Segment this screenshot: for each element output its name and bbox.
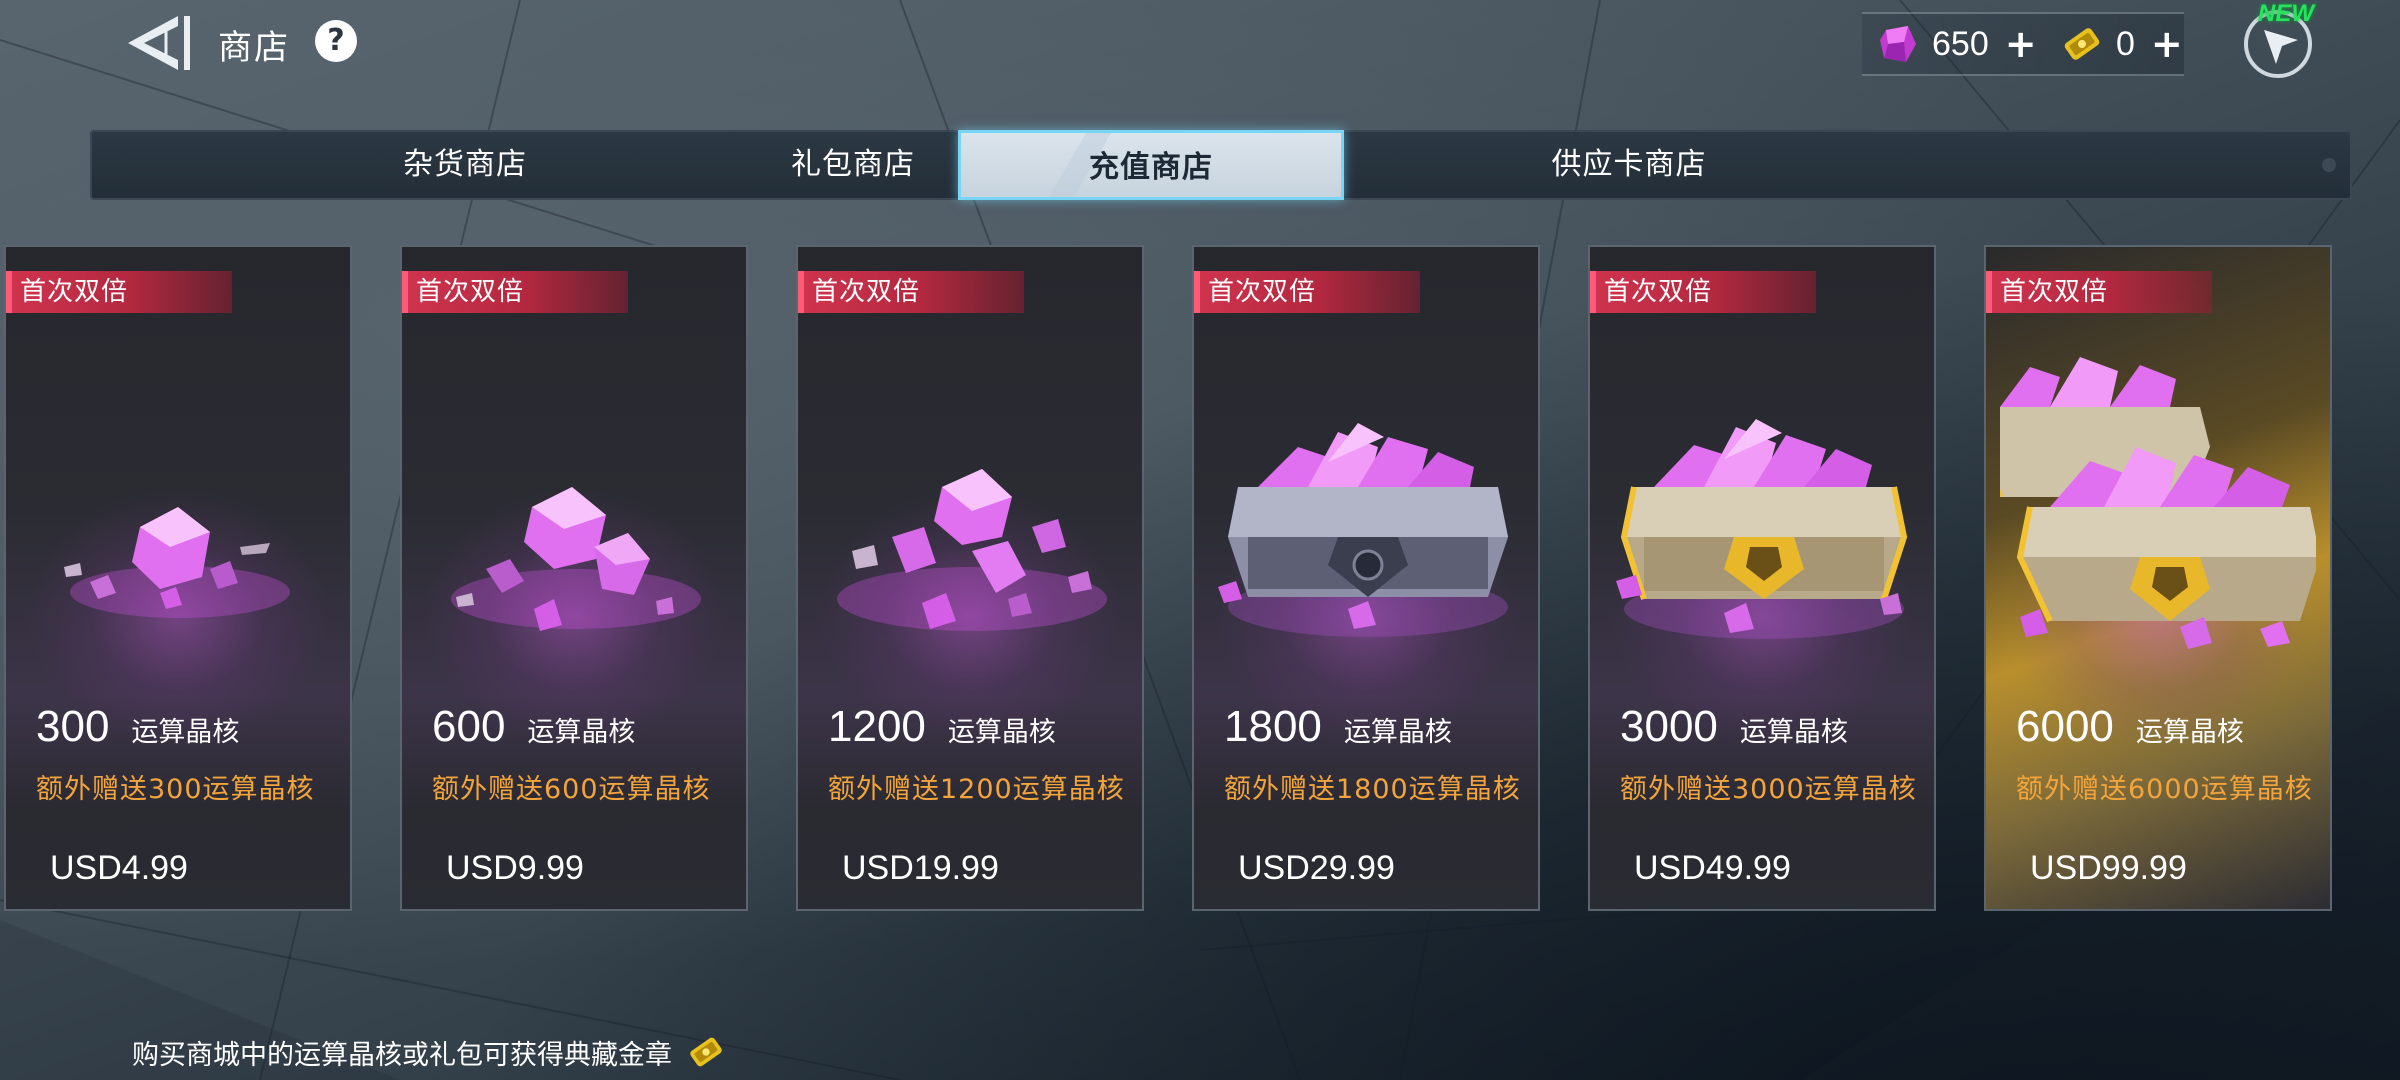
product-card-1200[interactable]: 首次双倍 1200 运算晶核 额外赠送1200运算晶核 USD19.99 (796, 245, 1144, 911)
crystal-small-pile-icon (64, 507, 290, 618)
crystal-medium-pile-icon (451, 487, 701, 631)
add-crystal-button[interactable]: + (2005, 22, 2037, 66)
bonus-text: 额外赠送1200运算晶核 (828, 774, 1125, 805)
crystal-large-pile-icon (837, 469, 1107, 631)
crystal-amount: 3000 (1620, 702, 1718, 751)
crystal-gold-chest-icon (1616, 419, 1908, 639)
crystal-chest-icon (1218, 423, 1508, 637)
amount-row: 6000 运算晶核 (2016, 702, 2244, 752)
gold-medal-icon (690, 1037, 722, 1067)
crystal-unit: 运算晶核 (527, 717, 636, 748)
tab-recharge-store[interactable]: 充值商店 (958, 130, 1344, 200)
first-double-badge: 首次双倍 (6, 271, 232, 313)
crystal-amount: 1800 (1224, 702, 1322, 751)
price-label: USD19.99 (842, 849, 999, 887)
currency-bar: 650 + 0 + (1862, 12, 2184, 76)
crystal-double-chest-icon (2000, 357, 2316, 649)
medal-currency: 0 + (2060, 22, 2183, 66)
new-badge: NEW (2258, 0, 2314, 27)
shop-tab-bar: 杂货商店 礼包商店 充值商店 供应卡商店 (90, 130, 2352, 200)
crystal-unit: 运算晶核 (1739, 717, 1848, 748)
amount-row: 1800 运算晶核 (1224, 702, 1452, 752)
amount-row: 300 运算晶核 (36, 702, 239, 752)
crystal-amount: 1200 (828, 702, 926, 751)
crystal-amount: 600 (432, 702, 506, 751)
add-medal-button[interactable]: + (2151, 22, 2183, 66)
bonus-text: 额外赠送6000运算晶核 (2016, 774, 2313, 805)
page-title: 商店 (218, 28, 290, 68)
help-button[interactable]: ? (315, 20, 357, 62)
back-arrow-icon[interactable] (120, 10, 200, 76)
crystal-icon (1880, 26, 1916, 62)
crystal-amount: 650 (1932, 24, 1989, 63)
crystal-unit: 运算晶核 (1343, 717, 1452, 748)
product-card-6000[interactable]: 首次双倍 6000 运算晶核 额外赠送6000运算晶核 USD99.99 (1984, 245, 2332, 911)
product-card-600[interactable]: 首次双倍 600 运算晶核 额外赠送600运算晶核 USD9.99 (400, 245, 748, 911)
product-card-300[interactable]: 首次双倍 300 运算晶核 额外赠送300运算晶核 USD4.99 (4, 245, 352, 911)
crystal-currency: 650 + (1876, 22, 2037, 66)
crystal-unit: 运算晶核 (131, 717, 240, 748)
gold-medal-icon (2064, 28, 2100, 60)
amount-row: 3000 运算晶核 (1620, 702, 1848, 752)
first-double-badge: 首次双倍 (1194, 271, 1420, 313)
tab-general-store[interactable]: 杂货商店 (272, 132, 658, 198)
first-double-badge: 首次双倍 (798, 271, 1024, 313)
first-double-badge: 首次双倍 (1986, 271, 2212, 313)
bonus-text: 额外赠送3000运算晶核 (1620, 774, 1917, 805)
price-label: USD99.99 (2030, 849, 2187, 887)
footer-note: 购买商城中的运算晶核或礼包可获得典藏金章 (132, 1032, 726, 1072)
tab-bar-indicator (2322, 158, 2336, 172)
amount-row: 600 运算晶核 (432, 702, 635, 752)
product-card-3000[interactable]: 首次双倍 3000 运算晶核 额外赠送3000运算晶核 USD49.99 (1588, 245, 1936, 911)
crystal-unit: 运算晶核 (947, 717, 1056, 748)
medal-amount: 0 (2116, 24, 2135, 63)
crystal-amount: 300 (36, 702, 110, 751)
price-label: USD29.99 (1238, 849, 1395, 887)
bonus-text: 额外赠送300运算晶核 (36, 774, 315, 805)
price-label: USD9.99 (446, 849, 584, 887)
amount-row: 1200 运算晶核 (828, 702, 1056, 752)
price-label: USD4.99 (50, 849, 188, 887)
tab-supply-card-store[interactable]: 供应卡商店 (1436, 132, 1822, 198)
footer-text: 购买商城中的运算晶核或礼包可获得典藏金章 (132, 1039, 672, 1071)
crystal-unit: 运算晶核 (2135, 717, 2244, 748)
product-card-1800[interactable]: 首次双倍 1800 运算晶核 额外赠送1800运算晶核 USD29.99 (1192, 245, 1540, 911)
price-label: USD49.99 (1634, 849, 1791, 887)
bonus-text: 额外赠送600运算晶核 (432, 774, 711, 805)
first-double-badge: 首次双倍 (402, 271, 628, 313)
crystal-amount: 6000 (2016, 702, 2114, 751)
first-double-badge: 首次双倍 (1590, 271, 1816, 313)
bonus-text: 额外赠送1800运算晶核 (1224, 774, 1521, 805)
